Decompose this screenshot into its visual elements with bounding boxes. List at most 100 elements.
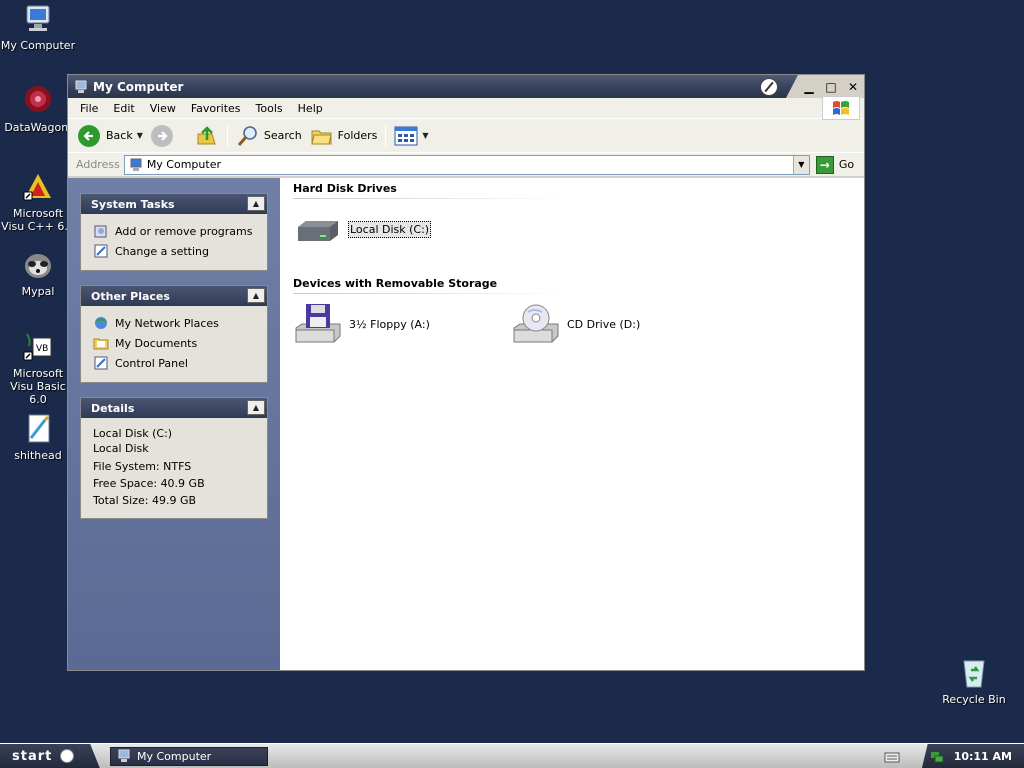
network-places-icon [95,317,107,329]
task-label: Change a setting [115,244,209,258]
folders-icon [311,130,332,144]
detail-file-system: File System: NTFS [93,460,192,473]
computer-icon [74,80,88,94]
desktop-icon-my-computer[interactable]: My Computer [0,2,76,52]
place-label: My Documents [115,336,198,350]
place-label: My Network Places [115,316,219,330]
views-icon [394,126,418,145]
system-tray: 10:11 AM [884,744,1024,768]
desktop-icon-visual-basic[interactable]: VB Microsoft Visu Basic 6.0 [0,330,76,406]
back-arrow-icon [78,124,100,147]
address-input[interactable]: My Computer ▼ [123,154,810,175]
collapse-icon[interactable]: ▲ [247,288,265,303]
back-label: Back [106,129,133,142]
detail-total-size: Total Size: 49.9 GB [93,494,197,507]
keyboard-icon[interactable] [884,750,900,764]
recycle-bin-icon [957,656,991,690]
panel-header[interactable]: Details ▲ [81,398,267,418]
network-icon[interactable] [930,750,944,764]
forward-button[interactable] [147,122,183,150]
drive-label: Local Disk (C:) [348,220,432,238]
add-remove-programs-icon [94,225,107,238]
menu-tools[interactable]: Tools [249,102,291,115]
floppy-drive-icon [295,304,341,343]
chevron-down-icon[interactable]: ▼ [792,155,809,174]
title-bar[interactable]: My Computer ▁ □ ✕ [68,75,864,98]
group-header-removable: Devices with Removable Storage [293,277,498,290]
computer-icon [21,2,55,36]
search-icon [237,125,257,146]
task-change-setting[interactable]: Change a setting [93,241,257,261]
svg-text:VB: VB [36,344,48,354]
folders-button[interactable]: Folders [306,122,382,150]
removable-list: 3½ Floppy (A:) CD Drive (D:) [292,294,852,354]
panel-header[interactable]: Other Places ▲ [81,286,267,306]
visual-basic-icon: VB [21,330,55,364]
menu-edit[interactable]: Edit [106,102,142,115]
windows-logo-icon [822,96,860,120]
menu-view[interactable]: View [143,102,184,115]
my-computer-window: My Computer ▁ □ ✕ File Edit View Favorit… [67,74,865,671]
folders-label: Folders [337,129,378,142]
close-button[interactable]: ✕ [842,75,864,98]
desktop-icon-shithead[interactable]: shithead [0,412,76,462]
desktop-icon-recycle-bin[interactable]: Recycle Bin [936,656,1012,706]
task-add-remove-programs[interactable]: Add or remove programs [93,221,257,241]
place-control-panel[interactable]: Control Panel [93,353,257,373]
group-header-hard-disks: Hard Disk Drives [293,182,397,195]
detail-free-space: Free Space: 40.9 GB [93,477,205,490]
desktop-icon-label: Microsoft Visu Basic 6.0 [10,367,66,406]
toolbar-separator [385,123,387,148]
desktop-icon-visual-cpp[interactable]: Microsoft Visu C++ 6.0 [0,170,76,233]
place-my-network-places[interactable]: My Network Places [93,313,257,333]
collapse-icon[interactable]: ▲ [247,400,265,415]
desktop-icon-label: Mypal [21,285,55,298]
desktop-icon-label: Microsoft Visu C++ 6.0 [1,207,75,233]
computer-icon [130,158,142,171]
detail-name: Local Disk (C:) [93,427,173,440]
drive-floppy-a[interactable]: 3½ Floppy (A:) [292,304,510,344]
desktop-icon-datawagon[interactable]: DataWagon. [0,84,76,134]
maximize-button[interactable]: □ [820,75,842,98]
menu-help[interactable]: Help [291,102,331,115]
system-tasks-panel: System Tasks ▲ Add or remove programs Ch… [80,193,268,271]
go-button[interactable]: → Go [815,155,854,174]
toolbar-separator [226,123,228,148]
chevron-down-icon[interactable]: ▼ [422,131,428,140]
collapse-icon[interactable]: ▲ [247,196,265,211]
chevron-down-icon[interactable]: ▼ [137,131,143,140]
window-title: My Computer [93,79,184,94]
drive-label: CD Drive (D:) [567,317,641,331]
panel-header[interactable]: System Tasks ▲ [81,194,267,214]
details-panel: Details ▲ Local Disk (C:) Local Disk Fil… [80,397,268,519]
drive-local-disk-c[interactable]: Local Disk (C:) [292,209,510,249]
start-label: start [12,748,53,764]
document-icon [21,412,55,446]
start-button[interactable]: start [0,743,100,768]
visual-cpp-icon [21,170,55,204]
panel-title: Details [91,401,135,415]
address-bar: Address My Computer ▼ → Go [68,152,864,176]
menu-file[interactable]: File [73,102,106,115]
minimize-button[interactable]: ▁ [798,75,820,98]
file-view: Hard Disk Drives Local Disk (C:) Devices… [280,178,864,670]
detail-type: Local Disk [93,442,149,455]
back-button[interactable]: Back ▼ [74,122,147,150]
views-button[interactable]: ▼ [390,122,432,150]
search-button[interactable]: Search [232,122,306,150]
control-panel-icon [94,244,108,258]
place-my-documents[interactable]: My Documents [93,333,257,353]
drive-cd-d[interactable]: CD Drive (D:) [510,304,728,344]
desktop-icon-mypal[interactable]: Mypal [0,248,76,298]
skin-icon[interactable] [760,77,778,96]
task-pane: System Tasks ▲ Add or remove programs Ch… [68,178,280,670]
drive-label: 3½ Floppy (A:) [349,317,430,331]
up-button[interactable] [191,122,223,150]
menu-favorites[interactable]: Favorites [184,102,249,115]
clock-area: 10:11 AM [921,744,1024,768]
hard-disk-icon [298,221,338,241]
hard-disks-list: Local Disk (C:) [292,199,852,259]
clock[interactable]: 10:11 AM [954,750,1012,763]
task-label: Add or remove programs [115,224,253,238]
taskbar-item-my-computer[interactable]: My Computer [110,746,268,766]
